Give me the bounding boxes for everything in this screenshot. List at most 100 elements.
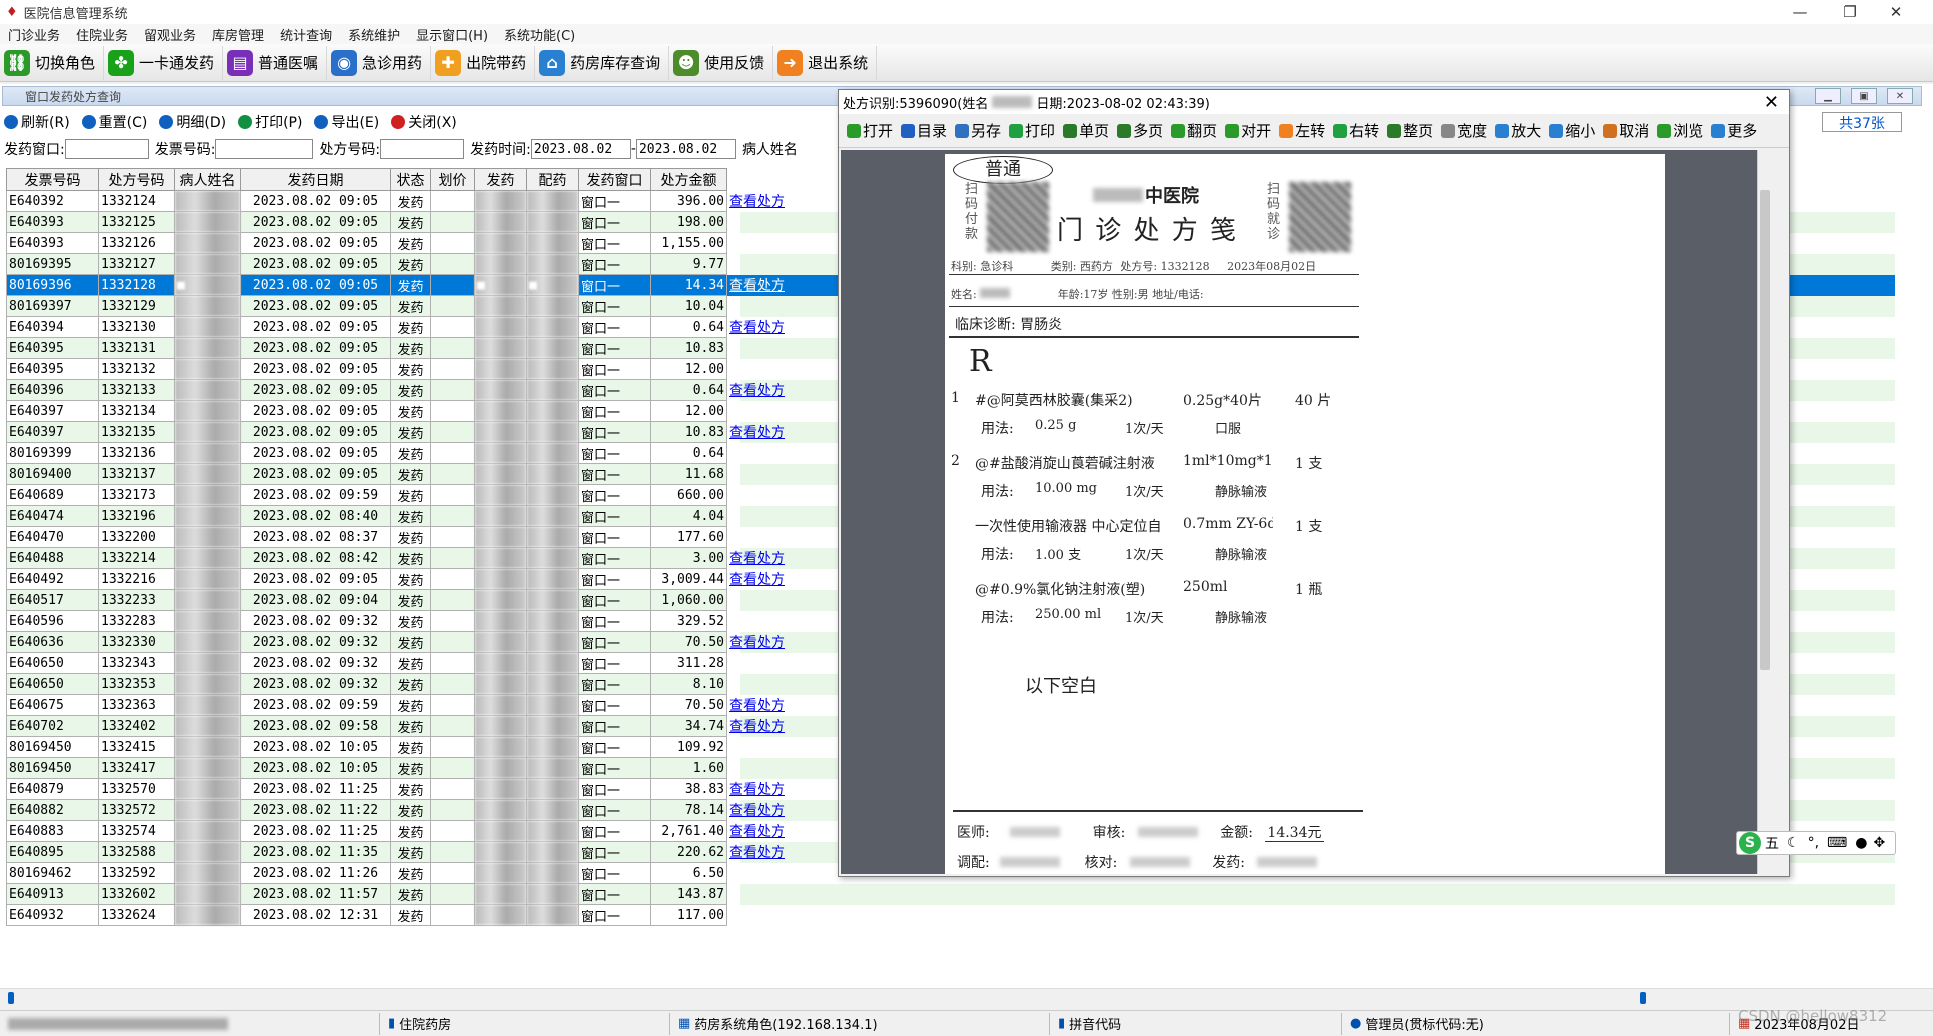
ime-toolbar[interactable]: S 五 ☾ °, ⌨ ● ✥	[1736, 831, 1896, 855]
table-row[interactable]: E6407021332402■2023.08.02 09:58发药■■窗口一34…	[6, 715, 807, 737]
ime-mode[interactable]: 五	[1765, 833, 1779, 853]
table-row[interactable]: E6403931332125■2023.08.02 09:05发药■■窗口一19…	[6, 211, 807, 233]
toolbar-button-4[interactable]: ✚ 出院带药	[431, 45, 536, 80]
view-rx-link[interactable]: 查看处方	[729, 551, 785, 567]
table-row[interactable]: E6403951332131■2023.08.02 09:05发药■■窗口一10…	[6, 337, 807, 359]
viewer-tool-13[interactable]: 缩小	[1549, 120, 1595, 141]
view-rx-link[interactable]: 查看处方	[729, 383, 785, 399]
viewer-close-icon[interactable]: ✕	[1764, 92, 1779, 113]
table-row[interactable]: 801693991332136■2023.08.02 09:05发药■■窗口一0…	[6, 442, 807, 464]
view-rx-link[interactable]: 查看处方	[729, 194, 785, 210]
date-to-input[interactable]	[635, 139, 736, 159]
viewer-tool-2[interactable]: 另存	[955, 120, 1001, 141]
view-rx-link[interactable]: 查看处方	[729, 803, 785, 819]
table-row[interactable]: E6403971332134■2023.08.02 09:05发药■■窗口一12…	[6, 400, 807, 422]
viewer-tool-9[interactable]: 右转	[1333, 120, 1379, 141]
restore-icon[interactable]: ❐	[1830, 0, 1870, 24]
ime-moon-icon[interactable]: ☾	[1787, 835, 1800, 851]
close-icon[interactable]: ✕	[1876, 0, 1916, 24]
column-header[interactable]: 病人姓名	[174, 168, 241, 191]
table-row[interactable]: E6408821332572■2023.08.02 11:22发药■■窗口一78…	[6, 799, 807, 821]
table-row[interactable]: E6403951332132■2023.08.02 09:05发药■■窗口一12…	[6, 358, 807, 380]
invoice-filter-input[interactable]	[215, 139, 314, 159]
viewer-tool-7[interactable]: 对开	[1225, 120, 1271, 141]
table-row[interactable]: E6403941332130■2023.08.02 09:05发药■■窗口一0.…	[6, 316, 807, 338]
viewer-tool-8[interactable]: 左转	[1279, 120, 1325, 141]
table-row[interactable]: E6408791332570■2023.08.02 11:25发药■■窗口一38…	[6, 778, 807, 800]
table-row[interactable]: E6405961332283■2023.08.02 09:32发药■■窗口一32…	[6, 610, 807, 632]
subtool-button-1[interactable]: 重置(C)	[81, 112, 147, 132]
column-header[interactable]: 配药	[526, 168, 579, 191]
scroll-left-marker[interactable]	[8, 992, 14, 1004]
table-row[interactable]: E6406891332173■2023.08.02 09:59发药■■窗口一66…	[6, 484, 807, 506]
view-rx-link[interactable]: 查看处方	[729, 719, 785, 735]
table-row[interactable]: 80169396 1332128 ■ 2023.08.02 09:05 发药 ■ ■ 窗口一 1…	[6, 274, 807, 296]
table-row[interactable]: 801694501332415■2023.08.02 10:05发药■■窗口一1…	[6, 736, 807, 758]
viewer-tool-16[interactable]: 更多	[1711, 120, 1757, 141]
menu-item-5[interactable]: 系统维护	[340, 25, 408, 44]
viewer-tool-3[interactable]: 打印	[1009, 120, 1055, 141]
toolbar-button-1[interactable]: ✤ 一卡通发药	[104, 45, 224, 80]
child-minimize-icon[interactable]: ▁	[1815, 88, 1841, 104]
table-row[interactable]: 801694501332417■2023.08.02 10:05发药■■窗口一1…	[6, 757, 807, 779]
toolbar-button-3[interactable]: ◉ 急诊用药	[327, 45, 432, 80]
subtool-button-0[interactable]: 刷新(R)	[4, 112, 70, 132]
view-rx-link[interactable]: 查看处方	[729, 782, 785, 798]
table-row[interactable]: E6404741332196■2023.08.02 08:40发药■■窗口一4.…	[6, 505, 807, 527]
table-row[interactable]: E6403931332126■2023.08.02 09:05发药■■窗口一1,…	[6, 232, 807, 254]
viewer-tool-0[interactable]: 打开	[847, 120, 893, 141]
table-row[interactable]: 801693951332127■2023.08.02 09:05发药■■窗口一9…	[6, 253, 807, 275]
menu-item-0[interactable]: 门诊业务	[0, 25, 68, 44]
menu-item-4[interactable]: 统计查询	[272, 25, 340, 44]
table-row[interactable]: E6406751332363■2023.08.02 09:59发药■■窗口一70…	[6, 694, 807, 716]
viewer-scrollbar[interactable]	[1757, 150, 1773, 874]
menu-item-7[interactable]: 系统功能(C)	[496, 25, 583, 44]
viewer-tool-15[interactable]: 浏览	[1657, 120, 1703, 141]
table-row[interactable]: E6404701332200■2023.08.02 08:37发药■■窗口一17…	[6, 526, 807, 548]
table-row[interactable]: E6405171332233■2023.08.02 09:04发药■■窗口一1,…	[6, 589, 807, 611]
menu-item-3[interactable]: 库房管理	[204, 25, 272, 44]
view-rx-link[interactable]: 查看处方	[729, 572, 785, 588]
child-restore-icon[interactable]: ▣	[1851, 88, 1877, 104]
view-rx-link[interactable]: 查看处方	[729, 698, 785, 714]
column-header[interactable]: 处方号码	[98, 168, 175, 191]
toolbar-button-0[interactable]: ⛓ 切换角色	[0, 45, 105, 80]
subtool-button-3[interactable]: 打印(P)	[238, 112, 302, 132]
menu-item-1[interactable]: 住院业务	[68, 25, 136, 44]
ime-punct-icon[interactable]: °,	[1808, 835, 1819, 851]
column-header[interactable]: 发药窗口	[578, 168, 651, 191]
table-row[interactable]: E6406361332330■2023.08.02 09:32发药■■窗口一70…	[6, 631, 807, 653]
ime-grid-icon[interactable]: ✥	[1873, 835, 1885, 851]
date-from-input[interactable]	[530, 139, 631, 159]
view-rx-link[interactable]: 查看处方	[729, 635, 785, 651]
table-row[interactable]: E6406501332353■2023.08.02 09:32发药■■窗口一8.…	[6, 673, 807, 695]
subtool-button-5[interactable]: 关闭(X)	[391, 112, 457, 132]
table-row[interactable]: 801694001332137■2023.08.02 09:05发药■■窗口一1…	[6, 463, 807, 485]
table-row[interactable]: 801693971332129■2023.08.02 09:05发药■■窗口一1…	[6, 295, 807, 317]
viewer-tool-4[interactable]: 单页	[1063, 120, 1109, 141]
column-header[interactable]: 状态	[390, 168, 431, 191]
table-row[interactable]: E6409131332602■2023.08.02 11:57发药■■窗口一14…	[6, 883, 807, 905]
toolbar-button-2[interactable]: ▤ 普通医嘱	[223, 45, 328, 80]
view-rx-link[interactable]: 查看处方	[729, 425, 785, 441]
table-row[interactable]: E6408951332588■2023.08.02 11:35发药■■窗口一22…	[6, 841, 807, 863]
viewer-tool-5[interactable]: 多页	[1117, 120, 1163, 141]
subtool-button-4[interactable]: 导出(E)	[314, 112, 379, 132]
viewer-scroll-thumb[interactable]	[1760, 190, 1770, 670]
table-row[interactable]: E6403961332133■2023.08.02 09:05发药■■窗口一0.…	[6, 379, 807, 401]
menu-item-6[interactable]: 显示窗口(H)	[408, 25, 496, 44]
table-row[interactable]: E6404881332214■2023.08.02 08:42发药■■窗口一3.…	[6, 547, 807, 569]
scroll-right-marker[interactable]	[1640, 992, 1646, 1004]
view-rx-link[interactable]: 查看处方	[729, 824, 785, 840]
table-row[interactable]: E6403921332124■2023.08.02 09:05发药■■窗口一39…	[6, 190, 807, 212]
horizontal-scrollbar[interactable]	[0, 988, 1933, 1008]
viewer-tool-12[interactable]: 放大	[1495, 120, 1541, 141]
table-row[interactable]: E6406501332343■2023.08.02 09:32发药■■窗口一31…	[6, 652, 807, 674]
column-header[interactable]: 发药	[474, 168, 527, 191]
column-header[interactable]: 发药日期	[240, 168, 391, 191]
viewer-tool-6[interactable]: 翻页	[1171, 120, 1217, 141]
viewer-tool-14[interactable]: 取消	[1603, 120, 1649, 141]
column-header[interactable]: 发票号码	[6, 168, 99, 191]
child-close-icon[interactable]: ✕	[1887, 88, 1913, 104]
viewer-tool-10[interactable]: 整页	[1387, 120, 1433, 141]
